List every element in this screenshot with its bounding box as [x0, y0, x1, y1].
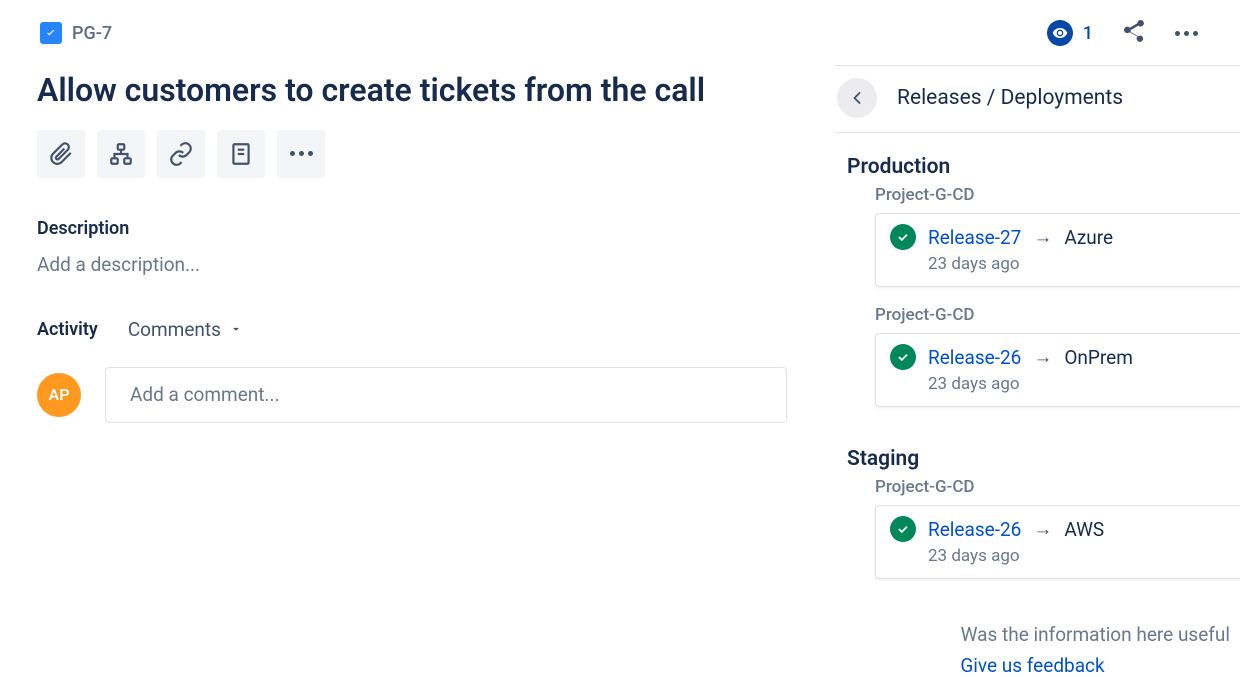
arrow-right-icon: → [1033, 225, 1052, 249]
description-label: Description [37, 218, 787, 239]
comment-input[interactable]: Add a comment... [105, 367, 787, 423]
arrow-right-icon: → [1033, 345, 1052, 369]
add-child-button[interactable] [97, 130, 145, 178]
more-actions-button[interactable] [1175, 31, 1198, 36]
arrow-right-icon: → [1033, 517, 1052, 541]
task-icon [40, 22, 62, 44]
comment-placeholder: Add a comment... [130, 383, 280, 406]
project-label: Project-G-CD [875, 477, 1240, 497]
issue-key-text: PG-7 [72, 23, 112, 44]
environment-label: Staging [847, 447, 1240, 471]
issue-title[interactable]: Allow customers to create tickets from t… [37, 70, 787, 112]
eye-icon [1047, 20, 1073, 46]
success-icon [890, 224, 916, 250]
description-placeholder[interactable]: Add a description... [37, 253, 787, 276]
arrow-left-icon [847, 88, 867, 108]
success-icon [890, 344, 916, 370]
release-card[interactable]: Release-27 → Azure 23 days ago [875, 213, 1240, 287]
releases-panel: Releases / Deployments Production Project… [835, 65, 1240, 677]
activity-filter-label: Comments [128, 318, 221, 341]
page-icon [228, 141, 254, 167]
release-link[interactable]: Release-27 [928, 226, 1021, 249]
share-button[interactable] [1121, 18, 1147, 48]
activity-filter-dropdown[interactable]: Comments [128, 318, 243, 341]
user-avatar[interactable]: AP [37, 373, 81, 417]
attachment-icon [48, 141, 74, 167]
feedback-link[interactable]: Give us feedback [835, 654, 1230, 677]
link-button[interactable] [157, 130, 205, 178]
watch-count: 1 [1083, 23, 1093, 44]
attach-button[interactable] [37, 130, 85, 178]
environment-label: Production [847, 155, 1240, 179]
release-link[interactable]: Release-26 [928, 346, 1021, 369]
back-button[interactable] [837, 78, 877, 118]
chevron-down-icon [229, 322, 243, 336]
deployment-target: Azure [1064, 226, 1113, 249]
project-label: Project-G-CD [875, 305, 1240, 325]
activity-label: Activity [37, 319, 98, 340]
project-label: Project-G-CD [875, 185, 1240, 205]
more-tools-button[interactable] [277, 130, 325, 178]
release-timestamp: 23 days ago [928, 546, 1226, 566]
release-timestamp: 23 days ago [928, 374, 1226, 394]
feedback-question: Was the information here useful [835, 623, 1230, 646]
more-icon [290, 151, 313, 156]
link-icon [168, 141, 194, 167]
release-card[interactable]: Release-26 → AWS 23 days ago [875, 505, 1240, 579]
deployment-target: OnPrem [1064, 346, 1133, 369]
page-button[interactable] [217, 130, 265, 178]
release-card[interactable]: Release-26 → OnPrem 23 days ago [875, 333, 1240, 407]
hierarchy-icon [108, 141, 134, 167]
release-link[interactable]: Release-26 [928, 518, 1021, 541]
panel-title: Releases / Deployments [897, 86, 1123, 110]
success-icon [890, 516, 916, 542]
release-timestamp: 23 days ago [928, 254, 1226, 274]
deployment-target: AWS [1064, 518, 1104, 541]
issue-key[interactable]: PG-7 [40, 22, 112, 44]
watch-button[interactable]: 1 [1047, 20, 1093, 46]
